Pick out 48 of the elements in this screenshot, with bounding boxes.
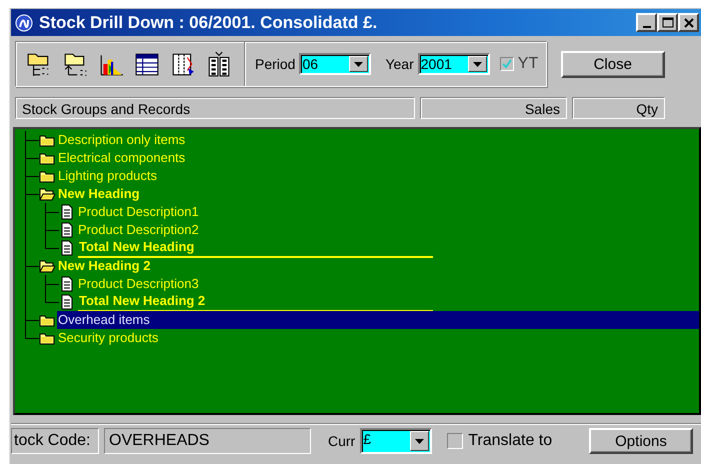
ytd-label: YT [518,55,538,73]
folder-arrow-icon[interactable] [62,51,88,77]
tree-item[interactable]: Security products [57,329,160,347]
options-button[interactable]: Options [589,428,693,454]
tree-item[interactable]: Total New Heading [78,238,196,256]
column-header[interactable]: Stock Groups and Records [15,97,415,119]
document-icon [59,204,75,220]
currency-dropdown[interactable]: £ [360,428,432,454]
tree-item[interactable]: New Heading 2 [57,257,152,275]
minimize-button[interactable] [636,13,657,32]
tree-item[interactable]: Overhead items [57,311,699,329]
close-button[interactable] [678,13,699,32]
tree-icon[interactable] [206,51,232,77]
stock-code-field[interactable]: OVERHEADS [104,428,311,454]
translate-label: Translate to [468,432,552,450]
currency-label: Curr [328,433,356,449]
stock-code-label: tock Code: [11,428,99,454]
tree-item[interactable]: Product Description3 [77,275,200,293]
tree-item[interactable]: Total New Heading 2 [78,292,206,310]
tree-item[interactable]: Lighting products [57,167,158,185]
tree-item[interactable]: Product Description1 [77,203,200,221]
caret-icon [472,62,482,66]
year-dropdown[interactable]: 2001 [418,53,490,75]
table-icon[interactable] [134,51,160,77]
close-icon [682,16,694,28]
tree-item[interactable]: Electrical components [57,149,186,167]
tree-item[interactable]: Description only items [57,131,186,149]
maximize-button[interactable] [657,13,678,32]
period-label: Period [255,56,296,72]
minimize-icon [642,26,650,28]
period-dropdown[interactable]: 06 [299,53,372,75]
close-button[interactable]: Close [560,50,665,78]
window-title: Stock Drill Down : 06/2001. Consolidatd £. [39,12,378,32]
translate-checkbox[interactable] [447,433,464,449]
tree-item[interactable]: New Heading [57,185,141,203]
tree-item[interactable]: Product Description2 [77,221,200,239]
column-header[interactable]: Sales [420,97,567,119]
app-icon[interactable] [15,14,33,32]
caret-icon [354,62,364,66]
column-header[interactable]: Qty [572,97,665,119]
year-label: Year [385,56,414,72]
maximize-icon [662,16,674,28]
columns-icon[interactable] [170,51,196,77]
caret-icon [415,438,424,444]
document-icon [59,294,75,310]
document-icon [59,276,75,292]
document-icon [59,240,75,256]
document-icon [59,222,75,238]
